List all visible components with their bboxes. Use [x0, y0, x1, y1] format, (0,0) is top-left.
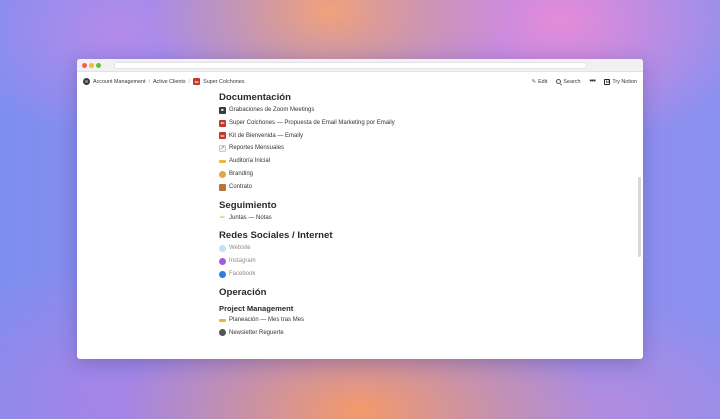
breadcrumb-item-account-management[interactable]: Account Management — [83, 78, 145, 85]
pencil-icon: ✎ — [531, 78, 537, 85]
page-link-label: Contrato — [229, 183, 253, 190]
page-link-label: Planeación — Mes tras Mes — [229, 316, 305, 323]
browser-chrome — [77, 59, 643, 72]
page-link-label: Juntas — Notas — [229, 214, 272, 221]
abacus-icon — [219, 183, 226, 191]
page-link-label: Reportes Mensuales — [229, 145, 285, 152]
page-link-label: Kit de Bienvenida — Emaily — [229, 132, 304, 139]
breadcrumb: Account Management / Active Clients / sc… — [83, 78, 244, 85]
breadcrumb-separator: / — [188, 78, 191, 85]
try-notion-button[interactable]: N Try Notion — [604, 78, 637, 85]
ruler-icon — [219, 160, 226, 164]
page-link[interactable]: Planeación — Mes tras Mes — [219, 314, 519, 327]
breadcrumb-separator: / — [148, 78, 150, 85]
chart-increasing-icon: ↗ — [219, 145, 226, 153]
super-colchones-icon: sc — [219, 119, 226, 127]
search-button[interactable]: Search — [556, 79, 580, 85]
breadcrumb-label: Active Clients — [152, 78, 186, 85]
breadcrumb-item-super-colchones[interactable]: sc Super Colchones — [193, 78, 244, 85]
edit-button[interactable]: ✎ Edit — [531, 79, 547, 85]
globe-icon — [219, 245, 226, 253]
search-label: Search — [563, 78, 581, 85]
page-link[interactable]: ↗ Reportes Mensuales — [219, 142, 519, 155]
super-colchones-icon: sc — [219, 132, 226, 140]
maximize-window-button[interactable] — [96, 63, 101, 68]
page-link[interactable]: ✏ Juntas — Notas — [219, 212, 519, 225]
pencil-icon: ✏ — [219, 214, 226, 221]
page-link-label: Super Colchones — Propuesta de Email Mar… — [229, 119, 395, 126]
breadcrumb-item-active-clients[interactable]: Active Clients — [153, 79, 186, 85]
browser-window: Account Management / Active Clients / sc… — [77, 59, 643, 359]
page-link-label: Grabaciones de Zoom Meetings — [229, 107, 315, 113]
subheading-project-management: Project Management — [219, 303, 294, 313]
palette-icon — [219, 170, 226, 178]
topbar-actions: ✎ Edit Search ••• N Try Notion — [531, 72, 637, 91]
workspace-icon — [83, 78, 90, 85]
section-heading-documentacion: Documentación — [219, 92, 291, 103]
vertical-scrollbar[interactable] — [638, 177, 641, 257]
more-options-button[interactable]: ••• — [589, 78, 595, 85]
page-link[interactable]: Contrato — [219, 181, 519, 194]
try-notion-label: Try Notion — [612, 78, 637, 85]
close-window-button[interactable] — [82, 63, 87, 68]
page-link-label: Instagram — [229, 258, 256, 265]
section-heading-operacion: Operación — [219, 286, 267, 298]
page-link-label: Branding — [229, 170, 254, 177]
search-icon — [556, 79, 562, 84]
address-bar[interactable] — [114, 62, 587, 69]
breadcrumb-label: Super Colchones — [203, 78, 245, 85]
page-link[interactable]: sc Super Colchones — Propuesta de Email … — [219, 117, 519, 130]
page-link[interactable]: Branding — [219, 168, 519, 181]
super-colchones-icon: sc — [193, 78, 201, 85]
section-heading-seguimiento: Seguimiento — [219, 199, 277, 211]
page-link-label: Auditoría Inicial — [229, 158, 271, 165]
page-link-label: Newsletter Reguerte — [229, 329, 284, 336]
page-link[interactable]: Facebook — [219, 268, 519, 281]
blue-globe-icon — [219, 270, 226, 278]
breadcrumb-label: Account Management — [93, 78, 146, 85]
page-link[interactable]: sc Kit de Bienvenida — Emaily — [219, 130, 519, 143]
ruler-icon — [219, 318, 226, 322]
page-topbar: Account Management / Active Clients / sc… — [77, 72, 643, 91]
notion-logo-icon: N — [604, 78, 611, 85]
page-link[interactable]: Auditoría Inicial — [219, 155, 519, 168]
circle-icon — [219, 329, 226, 337]
purple-circle-icon — [219, 258, 226, 266]
section-heading-redes: Redes Sociales / Internet — [219, 230, 333, 242]
page-link[interactable]: Website — [219, 242, 519, 255]
page-link[interactable]: Instagram — [219, 255, 519, 268]
page-link-label: Facebook — [229, 270, 256, 277]
page-link[interactable]: Newsletter Reguerte — [219, 327, 519, 340]
page-link-label: Website — [229, 245, 251, 252]
edit-label: Edit — [538, 78, 548, 85]
video-camera-icon: ■ — [219, 106, 226, 114]
minimize-window-button[interactable] — [89, 63, 94, 68]
page-link[interactable]: ■ Grabaciones de Zoom Meetings — [219, 104, 519, 117]
page-content: Documentación ■ Grabaciones de Zoom Meet… — [219, 91, 519, 339]
